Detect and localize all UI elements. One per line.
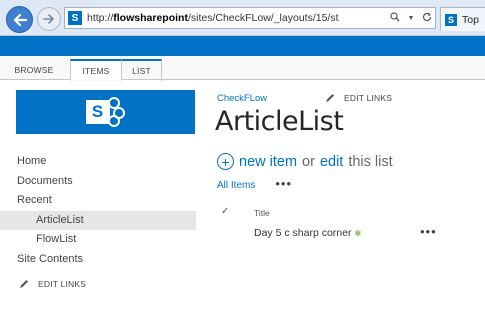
new-item-badge-icon: ✻ [354,229,362,238]
edit-list-link[interactable]: edit [320,154,343,170]
pencil-icon [20,280,28,288]
tab-label: Top [462,13,479,26]
sharepoint-logo-icon: S [85,97,126,127]
edit-links-nav-button[interactable]: EDIT LINKS [19,279,86,289]
pencil-icon [326,94,334,102]
suite-bar [0,36,485,56]
nav-item-articlelist[interactable]: ArticleList [0,210,196,230]
url-text: http://flowsharepoint/sites/CheckFLow/_l… [87,12,339,24]
new-item-bar: + new item or edit this list [217,153,393,170]
nav-item-documents[interactable]: Documents [0,172,196,192]
list-header: ✓ Title [217,206,447,220]
tab-list[interactable]: LIST [122,59,162,81]
sharepoint-favicon-icon: S [445,13,457,26]
or-text: or [302,153,315,170]
page-title: ArticleList [215,106,344,137]
nav-item-recent[interactable]: Recent [0,191,196,211]
arrow-left-icon [13,13,27,26]
column-header-title[interactable]: Title [254,208,270,218]
address-bar[interactable]: S http://flowsharepoint/sites/CheckFLow/… [64,7,436,29]
site-logo[interactable]: S [16,90,195,134]
nav-item-site-contents[interactable]: Site Contents [0,250,196,270]
tab-items[interactable]: ITEMS [70,59,122,81]
item-title-link[interactable]: Day 5 c sharp corner ✻ [254,227,361,239]
browser-toolbar: S http://flowsharepoint/sites/CheckFLow/… [0,0,485,36]
browser-tab[interactable]: S Top [440,7,485,31]
edit-links-label: EDIT LINKS [38,279,87,289]
view-selector: All Items ••• [217,177,292,191]
more-views-icon[interactable]: ••• [275,177,292,190]
item-menu-icon[interactable]: ••• [420,224,437,239]
refresh-icon[interactable] [422,12,432,25]
add-circle-icon[interactable]: + [217,153,234,170]
tab-browse[interactable]: BROWSE [8,61,60,80]
search-icon[interactable] [390,11,400,25]
logo-letter: S [85,100,110,124]
select-all-checkmark-icon[interactable]: ✓ [221,206,229,217]
sharepoint-favicon-icon: S [68,11,82,25]
nav-item-flowlist[interactable]: FlowList [0,230,196,250]
arrow-right-icon [43,14,54,24]
this-list-text: this list [348,153,393,170]
quick-launch: Home Documents Recent ArticleList FlowLi… [0,152,196,269]
ribbon: BROWSE ITEMS LIST [0,56,485,81]
forward-button[interactable] [37,7,61,31]
list-item[interactable]: Day 5 c sharp corner ✻ ••• [217,224,447,243]
edit-links-label: EDIT LINKS [344,93,393,103]
nav-item-home[interactable]: Home [0,152,196,172]
edit-links-top-button[interactable]: EDIT LINKS [325,93,392,103]
new-item-link[interactable]: new item [239,154,297,170]
dropdown-icon[interactable]: ▼ [406,15,416,22]
site-breadcrumb-link[interactable]: CheckFLow [217,93,267,104]
view-all-items[interactable]: All Items [217,180,255,191]
back-button[interactable] [6,6,33,33]
